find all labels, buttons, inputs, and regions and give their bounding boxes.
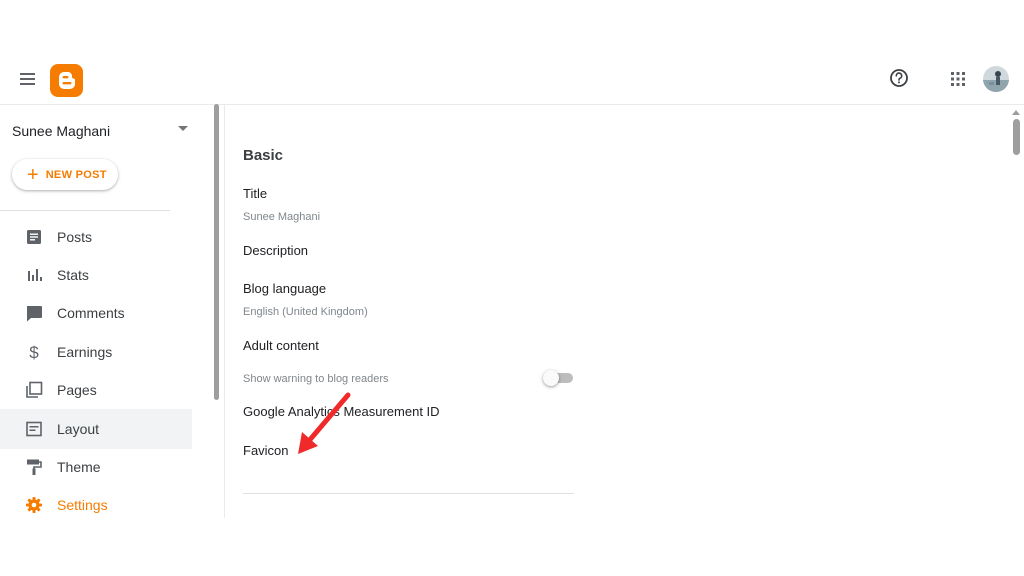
sidebar-item-posts[interactable]: Posts: [0, 218, 192, 256]
sidebar-item-label: Layout: [57, 421, 100, 437]
profile-photo: [983, 66, 1009, 92]
sidebar-item-pages[interactable]: Pages: [0, 371, 192, 409]
sidebar-item-label: Theme: [57, 459, 101, 475]
sidebar-item-layout[interactable]: Layout: [0, 409, 192, 449]
sidebar-item-theme[interactable]: Theme: [0, 448, 192, 486]
sidebar-item-label: Stats: [57, 267, 89, 283]
pages-icon: [26, 381, 43, 398]
blog-name[interactable]: Sunee Maghani: [12, 123, 110, 139]
section-divider: [243, 493, 574, 494]
sidebar-item-earnings[interactable]: $ Earnings: [0, 333, 192, 371]
sidebar-item-label: Earnings: [57, 344, 113, 360]
toggle-knob: [543, 370, 559, 386]
blogger-logo[interactable]: [50, 64, 83, 97]
sidebar-item-comments[interactable]: Comments: [0, 294, 192, 332]
svg-text:$: $: [29, 343, 39, 361]
setting-blog-language-value: English (United Kingdom): [243, 306, 368, 318]
adult-content-toggle-label: Show warning to blog readers: [243, 373, 389, 385]
stats-icon: [28, 269, 42, 281]
adult-content-toggle[interactable]: [543, 370, 574, 386]
help-circle-icon[interactable]: [888, 67, 910, 89]
chevron-down-icon[interactable]: [178, 126, 188, 131]
setting-favicon[interactable]: Favicon: [243, 443, 289, 458]
content-border: [224, 104, 225, 518]
setting-title-value: Sunee Maghani: [243, 211, 321, 223]
layout-icon: [26, 421, 42, 437]
main-scrollbar-thumb[interactable]: [1013, 119, 1020, 155]
sidebar-item-stats[interactable]: Stats: [0, 256, 192, 294]
setting-title[interactable]: Title: [243, 186, 267, 201]
avatar[interactable]: [983, 66, 1009, 92]
comments-icon: [27, 306, 42, 322]
sidebar-scrollbar[interactable]: [214, 104, 219, 400]
scroll-up-arrow-icon[interactable]: [1012, 110, 1020, 115]
red-arrow-annotation-icon: [298, 392, 351, 454]
setting-adult-content: Adult content: [243, 338, 319, 353]
sidebar-item-label: Posts: [57, 229, 93, 245]
section-title-basic: Basic: [243, 147, 284, 164]
new-post-label: NEW POST: [45, 168, 107, 181]
plus-icon: +: [27, 163, 39, 186]
sidebar-item-label: Pages: [57, 382, 97, 398]
sidebar-divider: [0, 210, 170, 211]
blogger-b-icon: [59, 72, 75, 89]
setting-description[interactable]: Description: [243, 243, 308, 258]
gear-icon: [26, 497, 42, 513]
sidebar-item-label: Comments: [57, 305, 125, 321]
posts-icon: [27, 230, 41, 244]
apps-grid-icon[interactable]: [949, 70, 967, 88]
hamburger-menu-icon[interactable]: [18, 70, 38, 88]
sidebar-item-label: Settings: [57, 497, 108, 513]
setting-blog-language[interactable]: Blog language: [243, 281, 326, 296]
topbar-divider: [0, 104, 1024, 105]
dollar-icon: $: [29, 343, 39, 361]
new-post-button[interactable]: + NEW POST: [12, 159, 118, 190]
paint-roller-icon: [27, 459, 42, 475]
sidebar-item-settings[interactable]: Settings: [0, 486, 192, 524]
